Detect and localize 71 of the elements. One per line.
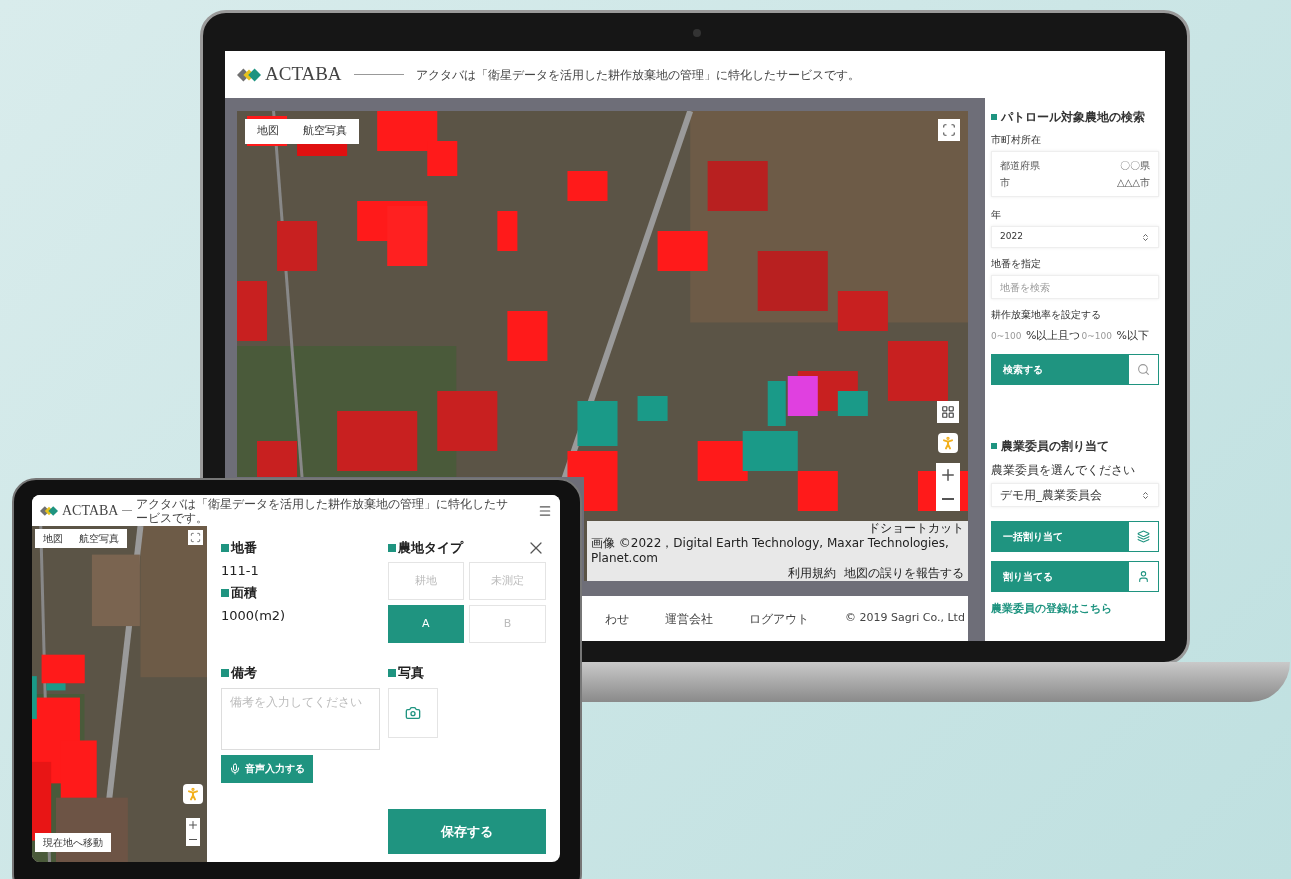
search-icon[interactable] <box>1128 354 1159 385</box>
square-marker-icon <box>991 443 997 449</box>
square-marker-icon <box>221 588 229 597</box>
minus-icon <box>189 838 197 840</box>
parcel-value: 111-1 <box>221 561 260 580</box>
field-label: 農業委員を選んでください <box>991 462 1136 479</box>
tagline-text: アクタバは「衛星データを活用した耕作放棄地の管理」に特化したサービスです。 <box>136 496 510 525</box>
camera-icon <box>404 704 421 721</box>
logo-text: ACTABA <box>62 502 119 520</box>
field-label: 市町村所在 <box>991 133 1042 147</box>
plus-icon <box>939 466 957 484</box>
microphone-icon <box>229 762 241 775</box>
grid-icon[interactable] <box>937 401 959 423</box>
user-icon[interactable] <box>1128 561 1159 592</box>
fullscreen-icon[interactable] <box>188 530 203 545</box>
location-value: 〇〇県 <box>1120 159 1150 173</box>
square-marker-icon <box>991 114 997 120</box>
field-label: 写真 <box>397 664 424 682</box>
rate-suffix-text: %以上且つ <box>1026 327 1081 344</box>
field-label: 年 <box>991 208 1002 222</box>
save-button[interactable]: 保存する <box>387 809 546 854</box>
logo-icon <box>237 66 261 83</box>
map-attribution-text[interactable]: 利用規約 <box>784 566 840 581</box>
footer-link[interactable]: ログアウト <box>749 609 809 628</box>
field-label: 地番 <box>231 539 257 557</box>
square-marker-icon <box>387 668 396 677</box>
field-label: 耕作放棄地率を設定する <box>991 308 1102 322</box>
map-attribution-text[interactable]: 地図の誤りを報告する <box>840 566 968 581</box>
member-select[interactable]: デモ用_農業委員会 <box>991 483 1159 507</box>
square-marker-icon <box>387 544 396 552</box>
bulk-assign-button[interactable]: 一括割り当て <box>991 521 1128 552</box>
footer-link[interactable]: わせ <box>605 609 629 628</box>
field-label: 地番を指定 <box>991 257 1042 271</box>
select-arrow-icon <box>1141 232 1150 242</box>
location-label: 市 <box>1000 176 1010 190</box>
assign-button[interactable]: 割り当てる <box>991 561 1128 592</box>
field-label: 面積 <box>231 584 257 602</box>
type-option-button[interactable]: A <box>387 605 465 643</box>
year-select[interactable]: 2022 <box>991 226 1159 248</box>
parcel-search-field[interactable]: 地番を検索 <box>991 275 1159 299</box>
location-value: △△△市 <box>1116 176 1150 190</box>
logo-icon <box>40 504 58 517</box>
minus-icon <box>942 498 954 500</box>
locate-button[interactable]: 現在地へ移動 <box>35 833 111 852</box>
square-marker-icon <box>221 668 229 677</box>
search-button[interactable]: 検索する <box>991 354 1128 385</box>
camera-button[interactable] <box>387 687 438 738</box>
map-attribution-text: 画像 ©2022，Digital Earth Technology, Maxar Technologies, Planet.com <box>590 536 950 566</box>
copyright-text: © 2019 Sagri Co., Ltd <box>845 610 965 627</box>
plus-icon <box>187 819 199 831</box>
rate-suffix-text: %以下 <box>1116 327 1149 344</box>
section-title: パトロール対象農地の検索 <box>1001 109 1145 126</box>
register-link[interactable]: 農業委員の登録はこちら <box>991 601 1159 618</box>
square-marker-icon <box>221 543 229 552</box>
field-label: 農地タイプ <box>397 539 463 558</box>
footer-link[interactable]: 運営会社 <box>665 609 713 628</box>
fullscreen-icon[interactable] <box>938 119 960 141</box>
location-label: 都道府県 <box>1000 159 1040 173</box>
map-attribution-text[interactable]: ドショートカット <box>864 521 968 536</box>
camera-icon <box>693 29 701 37</box>
section-title: 農業委員の割り当て <box>1001 438 1109 455</box>
area-value: 1000(m2) <box>221 606 287 625</box>
menu-icon[interactable] <box>538 503 552 518</box>
pegman-icon[interactable] <box>938 433 958 453</box>
pegman-icon[interactable] <box>183 784 203 804</box>
tagline-text: アクタバは「衛星データを活用した耕作放棄地の管理」に特化したサービスです。 <box>415 66 860 84</box>
field-label: 備考 <box>231 664 257 682</box>
select-arrow-icon <box>1141 490 1150 500</box>
voice-input-button[interactable]: 音声入力する <box>221 754 313 783</box>
logo-text: ACTABA <box>265 62 342 87</box>
layers-icon[interactable] <box>1128 521 1159 552</box>
